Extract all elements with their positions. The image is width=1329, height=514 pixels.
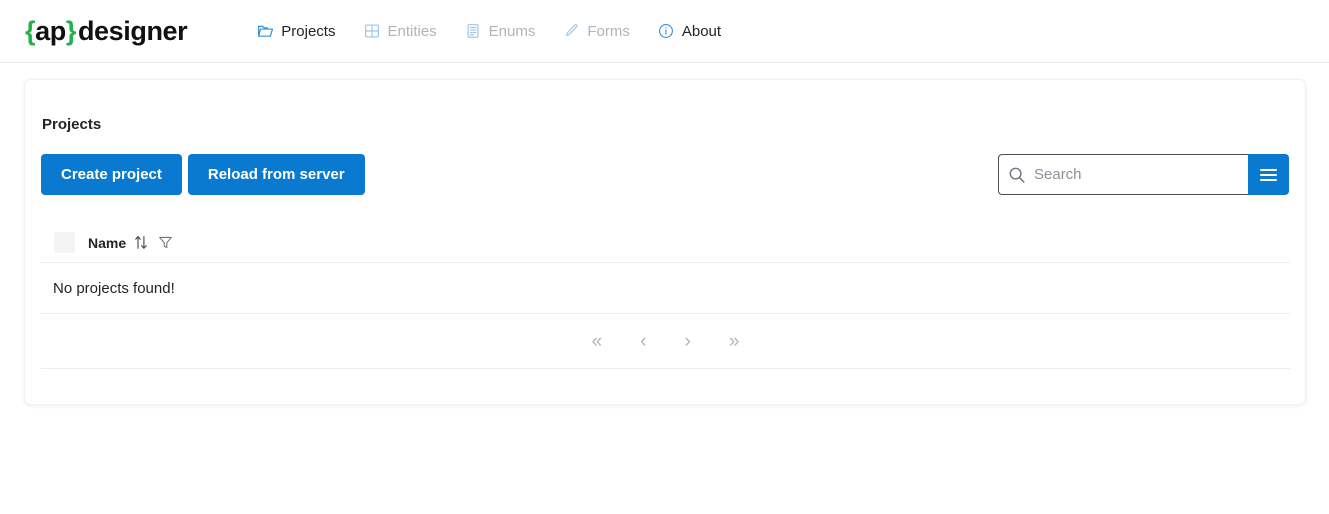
brand-designer: designer: [77, 15, 188, 46]
nav-item-forms-label: Forms: [587, 22, 630, 40]
nav-item-enums[interactable]: Enums: [465, 22, 536, 40]
column-header-name[interactable]: Name: [88, 234, 173, 251]
sort-updown-icon[interactable]: [134, 234, 148, 251]
nav-item-projects-label: Projects: [281, 22, 336, 40]
table-grid-icon: [363, 23, 380, 40]
search-field-wrapper[interactable]: [998, 154, 1248, 195]
pagination-last-button[interactable]: »: [723, 330, 746, 353]
info-circle-icon: [658, 23, 675, 40]
nav-item-entities[interactable]: Entities: [363, 22, 437, 40]
nav-item-forms[interactable]: Forms: [563, 23, 630, 40]
hamburger-bar-3: [1260, 178, 1277, 181]
hamburger-bars: [1260, 168, 1277, 181]
hamburger-bar-2: [1260, 173, 1277, 176]
brand-close-brace: }: [65, 15, 77, 46]
action-button-row: Create project Reload from server: [41, 154, 365, 195]
nav-item-about-label: About: [681, 22, 722, 40]
app-screen: {ap} designer Projects Entities Enums Fo…: [0, 0, 1329, 514]
page-title: Projects: [42, 116, 102, 133]
nav-item-enums-label: Enums: [488, 22, 536, 40]
select-all-checkbox[interactable]: [54, 232, 75, 253]
brand-ap: ap: [35, 15, 66, 46]
pagination-first-button[interactable]: «: [586, 330, 609, 353]
primary-nav: Projects Entities Enums Forms About: [257, 23, 721, 40]
brand-open-brace: {: [25, 15, 36, 46]
search-icon: [1008, 166, 1026, 184]
empty-state-message: No projects found!: [53, 279, 175, 297]
select-all-cell[interactable]: [41, 232, 88, 253]
nav-item-about[interactable]: About: [658, 23, 721, 40]
table-header-row: Name: [41, 223, 1290, 263]
table-body: No projects found!: [41, 263, 1290, 314]
hamburger-menu-icon[interactable]: [1248, 154, 1289, 195]
brand-logo[interactable]: {ap} designer: [25, 15, 188, 46]
pagination-controls: « ‹ › »: [41, 314, 1290, 369]
pagination-next-button[interactable]: ›: [679, 330, 697, 353]
hamburger-bar-1: [1260, 168, 1277, 171]
funnel-filter-icon[interactable]: [156, 235, 173, 250]
nav-item-entities-label: Entities: [387, 22, 437, 40]
list-document-icon: [465, 23, 482, 40]
column-header-name-label: Name: [88, 234, 127, 251]
create-project-button[interactable]: Create project: [41, 154, 182, 195]
projects-card: Projects Create project Reload from serv…: [24, 79, 1306, 405]
search-group: [998, 154, 1289, 195]
top-navbar: {ap} designer Projects Entities Enums Fo…: [0, 0, 1329, 63]
pagination-prev-button[interactable]: ‹: [634, 330, 652, 353]
pencil-icon: [563, 23, 580, 40]
nav-item-projects[interactable]: Projects: [257, 23, 335, 40]
table-footer-spacer: [41, 369, 1290, 402]
reload-from-server-button[interactable]: Reload from server: [187, 154, 365, 195]
projects-table: Name No projects found! « ‹ › »: [41, 223, 1290, 402]
search-input[interactable]: [999, 155, 1248, 194]
folder-open-icon: [257, 23, 274, 40]
